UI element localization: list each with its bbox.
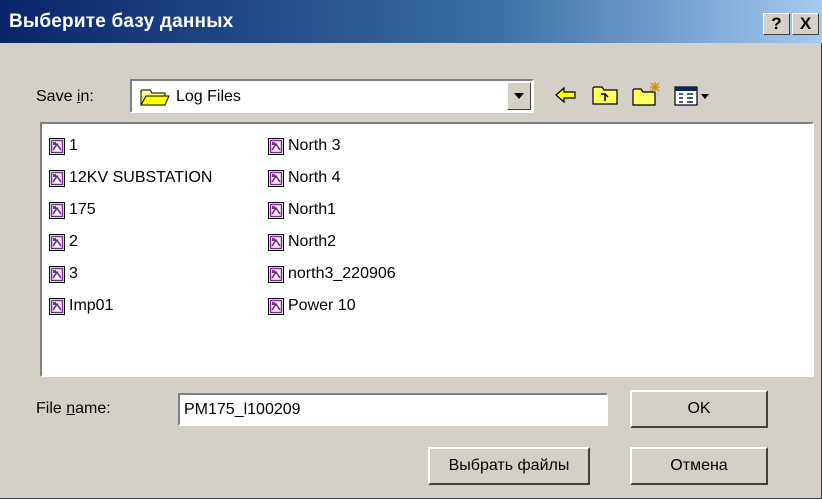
file-item[interactable]: 175: [49, 197, 96, 223]
file-icon: [268, 233, 284, 251]
file-item[interactable]: North2: [268, 229, 336, 255]
file-item[interactable]: 12KV SUBSTATION: [49, 165, 212, 191]
file-item-label: Imp01: [69, 297, 114, 314]
file-item[interactable]: 3: [49, 261, 78, 287]
file-item[interactable]: Imp01: [49, 293, 113, 319]
file-item[interactable]: Power 10: [268, 293, 356, 319]
file-icon: [268, 265, 284, 283]
file-item-label: 1: [69, 137, 78, 154]
file-item-label: 3: [69, 265, 78, 282]
file-item-label: North 3: [288, 137, 341, 154]
file-icon: [49, 201, 65, 219]
file-name-input[interactable]: [178, 393, 608, 426]
save-in-combobox[interactable]: Log Files: [130, 79, 534, 113]
save-dialog: Выберите базу данных ? X Save in: Log Fi…: [0, 0, 822, 499]
file-icon: [268, 201, 284, 219]
cancel-button[interactable]: Отмена: [630, 447, 768, 485]
current-folder: Log Files: [176, 88, 241, 105]
file-icon: [268, 169, 284, 187]
view-menu-icon[interactable]: [672, 80, 722, 110]
back-arrow-icon[interactable]: [553, 80, 579, 110]
chevron-down-icon: [514, 93, 524, 99]
up-folder-icon[interactable]: [590, 80, 620, 110]
file-item[interactable]: North 3: [268, 133, 340, 159]
new-folder-icon[interactable]: [630, 80, 664, 110]
file-list[interactable]: 1 12KV SUBSTATION 175 2 3 Imp01 North 3 North …: [40, 122, 814, 377]
ok-button[interactable]: OK: [630, 390, 768, 428]
file-item-label: 12KV SUBSTATION: [69, 169, 213, 186]
file-icon: [49, 137, 65, 155]
dialog-title: Выберите базу данных: [9, 11, 234, 32]
file-item[interactable]: North1: [268, 197, 336, 223]
file-item[interactable]: North 4: [268, 165, 340, 191]
close-button[interactable]: X: [792, 13, 819, 35]
file-icon: [268, 137, 284, 155]
file-icon: [49, 233, 65, 251]
file-item-label: Power 10: [288, 297, 356, 314]
help-button[interactable]: ?: [763, 13, 790, 35]
file-item[interactable]: north3_220906: [268, 261, 396, 287]
file-item-label: North 4: [288, 169, 341, 186]
file-item-label: 175: [69, 201, 96, 218]
title-bar[interactable]: Выберите базу данных ? X: [0, 0, 822, 43]
folder-icon: [140, 87, 170, 112]
file-icon: [268, 297, 284, 315]
file-item[interactable]: 2: [49, 229, 78, 255]
file-name-label: File name:: [36, 400, 111, 417]
file-item-label: North2: [288, 233, 337, 250]
file-item-label: north3_220906: [288, 265, 396, 282]
dropdown-button[interactable]: [507, 82, 531, 110]
file-item[interactable]: 1: [49, 133, 78, 159]
select-files-button[interactable]: Выбрать файлы: [428, 447, 590, 485]
file-item-label: 2: [69, 233, 78, 250]
save-in-label: Save in:: [36, 88, 94, 105]
file-icon: [49, 265, 65, 283]
file-item-label: North1: [288, 201, 337, 218]
file-icon: [49, 169, 65, 187]
file-icon: [49, 297, 65, 315]
